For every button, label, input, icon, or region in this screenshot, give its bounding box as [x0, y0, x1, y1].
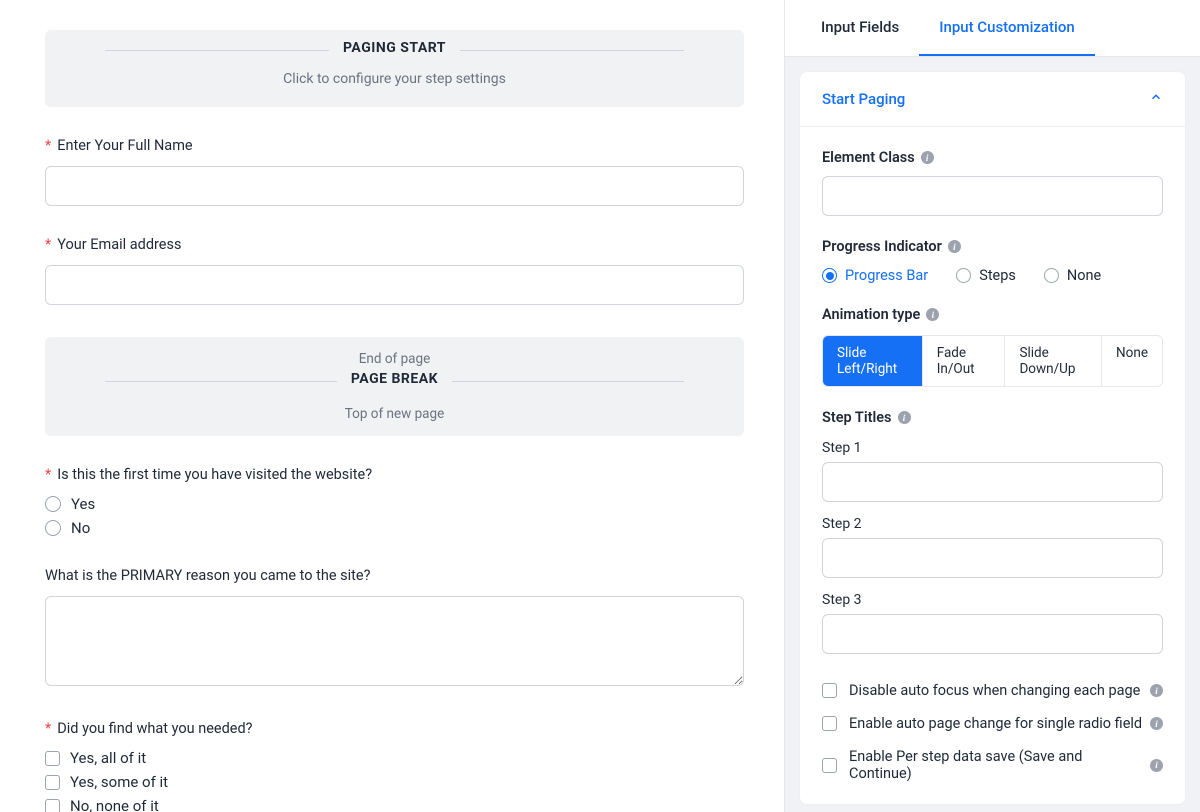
field-find-needed[interactable]: *Did you find what you needed? Yes, all …	[45, 720, 744, 812]
checkbox-option[interactable]: Yes, all of it	[45, 749, 744, 767]
radio-steps[interactable]: Steps	[956, 267, 1016, 284]
info-icon[interactable]: i	[926, 308, 939, 321]
label-element-class: Element Class i	[822, 149, 1163, 166]
info-icon[interactable]: i	[1150, 684, 1163, 697]
seg-fade[interactable]: Fade In/Out	[923, 336, 1006, 386]
paging-start-block[interactable]: PAGING START Click to configure your ste…	[45, 30, 744, 107]
label-full-name: *Enter Your Full Name	[45, 137, 744, 154]
panel-header[interactable]: Start Paging	[800, 72, 1185, 127]
panel-title: Start Paging	[822, 90, 905, 108]
input-step1[interactable]	[822, 462, 1163, 502]
form-canvas: PAGING START Click to configure your ste…	[0, 0, 785, 812]
seg-none[interactable]: None	[1102, 336, 1162, 386]
check-enable-autopage[interactable]: Enable auto page change for single radio…	[822, 715, 1163, 732]
seg-slide-lr[interactable]: Slide Left/Right	[823, 336, 923, 386]
textarea-primary-reason[interactable]	[45, 596, 744, 686]
checkbox-icon	[45, 775, 60, 790]
checkbox-option[interactable]: Yes, some of it	[45, 773, 744, 791]
page-break-title: PAGE BREAK	[337, 371, 452, 387]
input-element-class[interactable]	[822, 176, 1163, 216]
radio-none[interactable]: None	[1044, 267, 1101, 284]
check-disable-autofocus[interactable]: Disable auto focus when changing each pa…	[822, 682, 1163, 699]
tab-input-customization[interactable]: Input Customization	[919, 0, 1094, 56]
paging-start-title: PAGING START	[329, 40, 460, 56]
animation-segmented: Slide Left/Right Fade In/Out Slide Down/…	[822, 335, 1163, 387]
info-icon[interactable]: i	[921, 151, 934, 164]
input-step2[interactable]	[822, 538, 1163, 578]
radio-dot-icon	[822, 268, 837, 283]
label-email: *Your Email address	[45, 236, 744, 253]
radio-option-no[interactable]: No	[45, 519, 744, 537]
chevron-up-icon	[1149, 90, 1163, 108]
input-email[interactable]	[45, 265, 744, 305]
field-email[interactable]: *Your Email address	[45, 236, 744, 305]
label-step2: Step 2	[822, 516, 1163, 532]
checkbox-icon	[45, 799, 60, 812]
checkbox-icon	[45, 751, 60, 766]
radio-dot-icon	[1044, 268, 1059, 283]
radio-circle-icon	[45, 496, 61, 512]
input-step3[interactable]	[822, 614, 1163, 654]
label-primary-reason: What is the PRIMARY reason you came to t…	[45, 567, 744, 584]
label-find-needed: *Did you find what you needed?	[45, 720, 744, 737]
checkbox-option[interactable]: No, none of it	[45, 797, 744, 812]
label-animation-type: Animation type i	[822, 306, 1163, 323]
label-step3: Step 3	[822, 592, 1163, 608]
input-full-name[interactable]	[45, 166, 744, 206]
checkbox-icon	[822, 716, 837, 731]
sidebar-tabs: Input Fields Input Customization	[785, 0, 1200, 57]
page-break-bottom: Top of new page	[105, 406, 684, 422]
radio-circle-icon	[45, 520, 61, 536]
label-progress-indicator: Progress Indicator i	[822, 238, 1163, 255]
label-step1: Step 1	[822, 440, 1163, 456]
info-icon[interactable]: i	[1150, 759, 1163, 772]
settings-sidebar: Input Fields Input Customization Start P…	[785, 0, 1200, 812]
field-primary-reason[interactable]: What is the PRIMARY reason you came to t…	[45, 567, 744, 690]
label-step-titles: Step Titles i	[822, 409, 1163, 426]
field-first-visit[interactable]: *Is this the first time you have visited…	[45, 466, 744, 537]
radio-dot-icon	[956, 268, 971, 283]
page-break-block[interactable]: End of page PAGE BREAK Top of new page	[45, 337, 744, 436]
field-full-name[interactable]: *Enter Your Full Name	[45, 137, 744, 206]
label-first-visit: *Is this the first time you have visited…	[45, 466, 744, 483]
radio-progress-bar[interactable]: Progress Bar	[822, 267, 928, 284]
seg-slide-du[interactable]: Slide Down/Up	[1005, 336, 1102, 386]
tab-input-fields[interactable]: Input Fields	[801, 0, 919, 56]
panel-start-paging: Start Paging Element Class i Progress In…	[799, 71, 1186, 805]
info-icon[interactable]: i	[1150, 717, 1163, 730]
page-break-top: End of page	[105, 351, 684, 367]
info-icon[interactable]: i	[948, 240, 961, 253]
info-icon[interactable]: i	[898, 411, 911, 424]
checkbox-icon	[822, 758, 837, 773]
paging-start-subtitle: Click to configure your step settings	[105, 71, 684, 87]
radio-option-yes[interactable]: Yes	[45, 495, 744, 513]
checkbox-icon	[822, 683, 837, 698]
check-enable-perstep[interactable]: Enable Per step data save (Save and Cont…	[822, 748, 1163, 782]
